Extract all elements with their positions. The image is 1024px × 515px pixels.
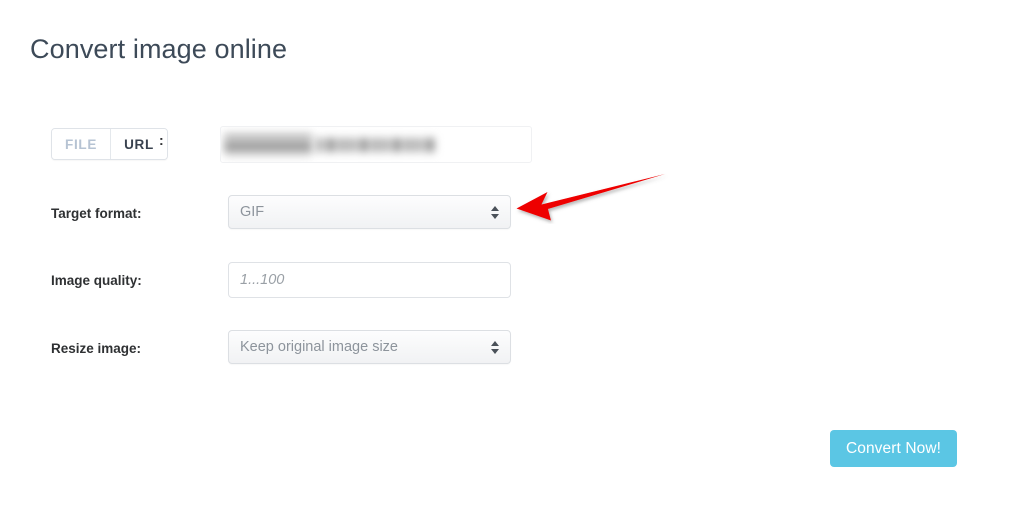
target-format-value: GIF — [240, 204, 265, 220]
form-row-resize-image: Resize image: Keep original image size — [0, 330, 1024, 370]
source-separator-colon: : — [159, 132, 164, 148]
stepper-down-arrow — [490, 213, 499, 219]
source-type-toggle[interactable]: FILE URL — [51, 128, 168, 160]
redacted-value-text — [316, 138, 436, 152]
stepper-up-arrow — [490, 340, 499, 346]
redacted-value-block — [224, 132, 312, 158]
resize-image-select[interactable]: Keep original image size — [228, 330, 511, 364]
target-format-select[interactable]: GIF — [228, 195, 511, 229]
stepper-up-arrow — [490, 205, 499, 211]
image-quality-input[interactable] — [228, 262, 511, 298]
page-root: Convert image online FILE URL : Target f… — [0, 0, 1024, 515]
url-input[interactable] — [220, 126, 532, 163]
up-down-stepper-icon[interactable] — [490, 203, 499, 221]
stepper-down-arrow — [490, 348, 499, 354]
convert-now-button[interactable]: Convert Now! — [830, 430, 957, 467]
form-row-target-format: Target format: GIF — [0, 195, 1024, 235]
convert-image-form: FILE URL : Target format: GIF Image qual… — [0, 0, 1024, 515]
form-row-source: FILE URL : — [0, 126, 1024, 166]
target-format-label: Target format: — [51, 206, 142, 221]
resize-image-label: Resize image: — [51, 341, 142, 356]
resize-image-value: Keep original image size — [240, 339, 398, 355]
form-row-image-quality: Image quality: — [0, 262, 1024, 302]
up-down-stepper-icon[interactable] — [490, 338, 499, 356]
image-quality-label: Image quality: — [51, 273, 142, 288]
source-toggle-file[interactable]: FILE — [52, 129, 111, 159]
